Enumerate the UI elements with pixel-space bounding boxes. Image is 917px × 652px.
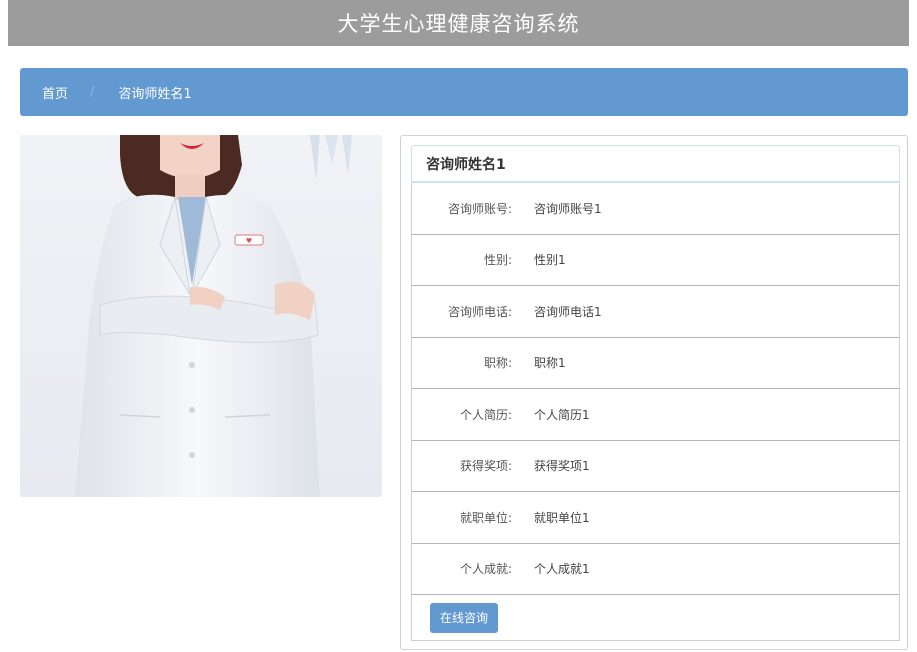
- detail-label: 性别:: [483, 253, 512, 268]
- detail-row-phone: 咨询师电话: 咨询师电话1: [411, 286, 900, 338]
- detail-label: 咨询师账号:: [447, 201, 512, 216]
- system-title-bar: 大学生心理健康咨询系统: [8, 0, 909, 46]
- detail-row-employer: 就职单位: 就职单位1: [411, 492, 900, 544]
- detail-value: 性别1: [534, 253, 566, 268]
- system-title: 大学生心理健康咨询系统: [337, 12, 580, 36]
- detail-value: 就职单位1: [534, 510, 590, 525]
- detail-value: 获得奖项1: [534, 459, 590, 474]
- counselor-detail-panel: 咨询师姓名1 咨询师账号: 咨询师账号1 性别: 性别1 咨询师电话: 咨询师电…: [400, 135, 908, 650]
- counselor-photo: ♥: [20, 135, 382, 497]
- detail-value: 个人成就1: [534, 562, 590, 577]
- detail-label: 就职单位:: [459, 510, 512, 525]
- counselor-name-heading: 咨询师姓名1: [411, 145, 900, 183]
- detail-actions: 在线咨询: [411, 595, 900, 641]
- breadcrumb-current: 咨询师姓名1: [118, 86, 192, 102]
- detail-row-resume: 个人简历: 个人简历1: [411, 389, 900, 441]
- detail-value: 职称1: [534, 356, 566, 371]
- svg-text:♥: ♥: [246, 237, 252, 245]
- breadcrumb: 首页 / 咨询师姓名1: [20, 68, 908, 116]
- breadcrumb-home-link[interactable]: 首页: [42, 83, 68, 102]
- detail-label: 个人成就:: [459, 562, 512, 577]
- online-consult-button[interactable]: 在线咨询: [430, 602, 499, 633]
- detail-label: 咨询师电话:: [447, 304, 512, 319]
- detail-label: 职称:: [483, 356, 512, 371]
- breadcrumb-separator: /: [90, 84, 95, 100]
- detail-value: 咨询师电话1: [534, 304, 602, 319]
- detail-label: 个人简历:: [459, 407, 512, 422]
- detail-value: 个人简历1: [534, 407, 590, 422]
- detail-row-awards: 获得奖项: 获得奖项1: [411, 440, 900, 492]
- detail-label: 获得奖项:: [459, 459, 512, 474]
- detail-row-achievements: 个人成就: 个人成就1: [411, 543, 900, 595]
- detail-row-account: 咨询师账号: 咨询师账号1: [411, 183, 900, 235]
- detail-row-gender: 性别: 性别1: [411, 234, 900, 286]
- counselor-detail-table: 咨询师姓名1 咨询师账号: 咨询师账号1 性别: 性别1 咨询师电话: 咨询师电…: [411, 145, 900, 641]
- detail-row-title: 职称: 职称1: [411, 337, 900, 389]
- counselor-photo-image: ♥: [20, 135, 382, 497]
- detail-value: 咨询师账号1: [534, 201, 602, 216]
